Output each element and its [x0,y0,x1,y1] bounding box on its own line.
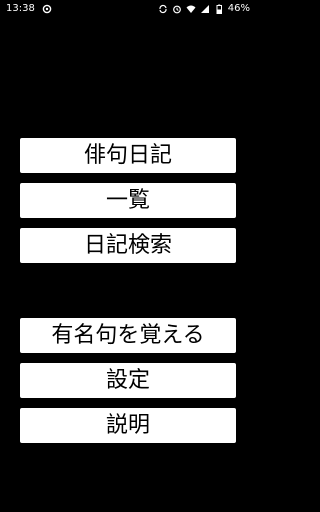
haiku-diary-button[interactable]: 俳句日記 [20,138,236,173]
help-button[interactable]: 説明 [20,408,236,443]
battery-percent: 46% [227,3,250,14]
status-right: 46% [158,0,250,18]
list-button[interactable]: 一覧 [20,183,236,218]
main-menu: 俳句日記 一覧 日記検索 有名句を覚える 設定 説明 [20,138,236,453]
status-time: 13:38 [6,3,35,14]
status-bar: 13:38 46% [0,0,256,18]
wifi-icon [186,4,196,14]
diary-search-button[interactable]: 日記検索 [20,228,236,263]
sync-icon [158,4,168,14]
settings-button[interactable]: 設定 [20,363,236,398]
notification-icon [42,4,52,14]
battery-icon [214,4,224,14]
menu-spacer [20,273,236,318]
status-left: 13:38 [6,0,52,18]
signal-icon [200,4,210,14]
alarm-icon [172,4,182,14]
memorize-famous-haiku-button[interactable]: 有名句を覚える [20,318,236,353]
